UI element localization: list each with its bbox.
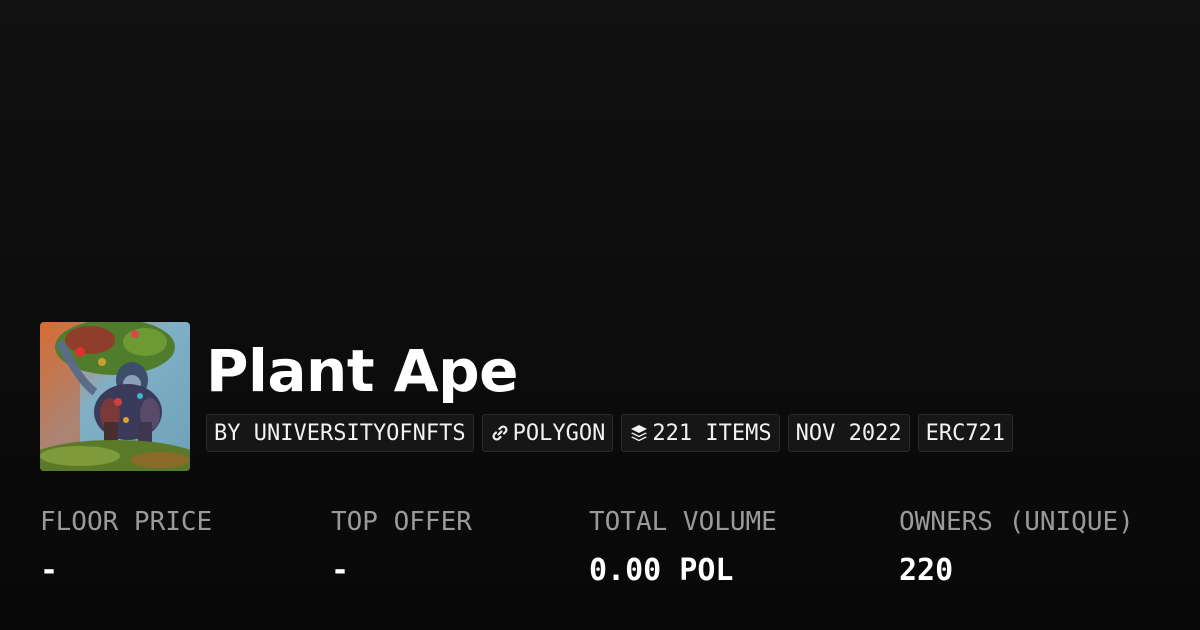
stat-value: 0.00 POL [589,553,734,588]
collection-header: Plant Ape BY UNIVERSITYOFNFTS POLYGON 22… [40,322,1014,471]
collection-tags: BY UNIVERSITYOFNFTS POLYGON 221 ITEMS NO… [206,414,1014,452]
stat-label: TOTAL VOLUME [589,507,777,537]
tag-chain-label: POLYGON [512,420,606,446]
tag-items[interactable]: 221 ITEMS [621,414,780,452]
tag-standard[interactable]: ERC721 [917,414,1014,452]
tag-chain[interactable]: POLYGON [481,414,614,452]
stat-total-volume: TOTAL VOLUME 0.00 POL [589,506,777,588]
collection-thumbnail [40,322,190,471]
tag-date-label: NOV 2022 [795,420,902,446]
stat-label: FLOOR PRICE [40,507,213,537]
stat-value: - [40,553,59,588]
tag-date[interactable]: NOV 2022 [787,414,910,452]
stat-owners: OWNERS (UNIQUE) 220 [899,506,1134,588]
layers-icon [631,425,648,442]
stat-value: - [331,553,350,588]
stat-label: OWNERS (UNIQUE) [899,507,1134,537]
stat-value: 220 [899,553,954,588]
stat-top-offer: TOP OFFER - [331,506,472,588]
tag-creator-label: BY UNIVERSITYOFNFTS [214,420,466,446]
stat-label: TOP OFFER [331,507,472,537]
tag-standard-label: ERC721 [925,420,1006,446]
stat-floor-price: FLOOR PRICE - [40,506,212,588]
collection-title: Plant Ape [206,337,518,405]
link-icon [492,425,508,441]
tag-creator[interactable]: BY UNIVERSITYOFNFTS [206,414,474,452]
tag-items-label: 221 ITEMS [652,420,772,446]
